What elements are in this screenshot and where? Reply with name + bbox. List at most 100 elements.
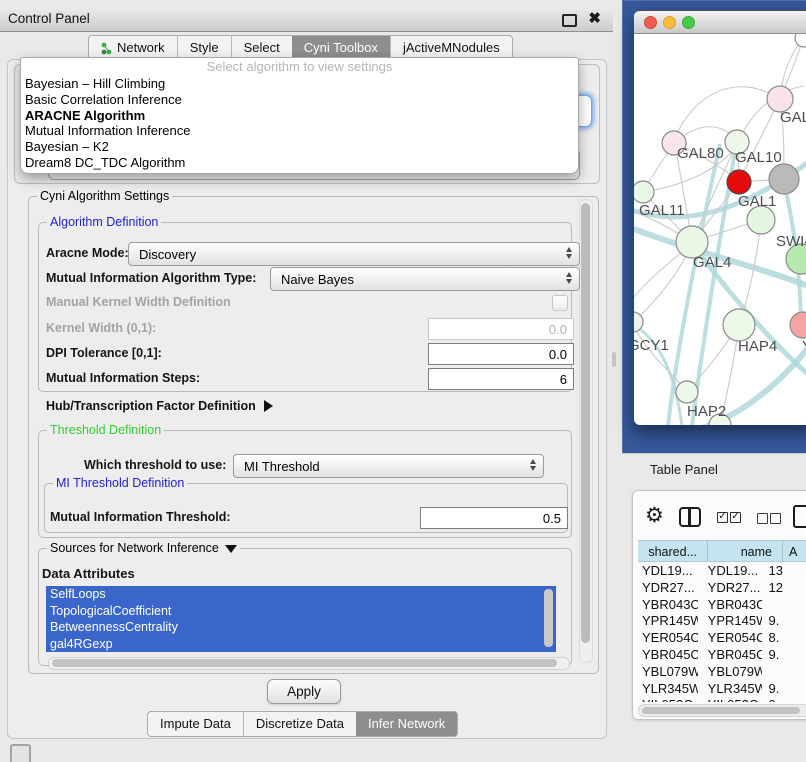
table-row[interactable]: YBR045CYBR045C9.	[638, 647, 806, 664]
sources-group-title[interactable]: Sources for Network Inference	[47, 541, 240, 555]
gear-icon[interactable]: ⚙	[645, 504, 664, 526]
control-panel-title: Control Panel	[8, 7, 90, 31]
attribute-item[interactable]: TopologicalCoefficient	[46, 603, 556, 620]
close-icon[interactable]: ✖	[588, 9, 601, 27]
table-row[interactable]: YDL19...YDL19...13	[638, 563, 806, 580]
stepper-icon	[566, 272, 572, 284]
table-cell: YBR043C	[698, 597, 763, 614]
table-cell: 8.	[762, 630, 806, 647]
app-root: Control Panel ✖ NetworkStyleSelectCyni T…	[0, 0, 806, 762]
algorithm-option[interactable]: ARACNE Algorithm	[21, 108, 578, 124]
column-header[interactable]: name	[708, 540, 783, 562]
table-row[interactable]: YPR145WYPR145W9.	[638, 613, 806, 630]
kernel-width-label: Kernel Width (0,1):	[46, 321, 156, 335]
table-cell: YLR345W	[698, 681, 763, 698]
algorithm-option[interactable]: Bayesian – K2	[21, 139, 578, 155]
network-canvas[interactable]: GALGAL80GAL10GAL1GAL11GAL4SWI4GCY1HAP4YH…	[634, 34, 806, 425]
minimized-panel-icon[interactable]	[10, 744, 31, 762]
network-node-hap4[interactable]	[723, 309, 755, 341]
apply-button[interactable]: Apply	[267, 679, 341, 704]
table-row[interactable]: YBR043CYBR043C	[638, 597, 806, 614]
table-hscrollbar-thumb[interactable]	[642, 707, 800, 714]
network-node[interactable]	[795, 34, 806, 47]
unchecked-box-icon[interactable]	[770, 513, 781, 524]
network-node-gal1[interactable]	[747, 206, 775, 234]
which-threshold-combo[interactable]: MI Threshold	[233, 454, 544, 478]
network-window[interactable]: GALGAL80GAL10GAL1GAL11GAL4SWI4GCY1HAP4YH…	[634, 10, 806, 425]
algorithm-option[interactable]: Basic Correlation Inference	[21, 92, 578, 108]
network-window-titlebar[interactable]	[634, 11, 806, 34]
manual-kernel-label: Manual Kernel Width Definition	[46, 295, 231, 309]
dropdown-placeholder: Select algorithm to view settings	[21, 58, 578, 76]
file-icon[interactable]	[793, 505, 806, 528]
table-panel-title: Table Panel	[650, 462, 718, 477]
manual-kernel-checkbox[interactable]	[552, 295, 568, 311]
aracne-mode-combo[interactable]: Discovery	[128, 242, 580, 266]
attributes-scrollbar-thumb[interactable]	[544, 589, 553, 647]
panel-splitter-handle[interactable]	[612, 352, 616, 367]
which-threshold-value: MI Threshold	[244, 459, 320, 474]
table-row[interactable]: YBL079WYBL079W	[638, 664, 806, 681]
table-row[interactable]: YER054CYER054C8.	[638, 630, 806, 647]
mi-threshold-field[interactable]: 0.5	[420, 507, 568, 529]
mi-type-value: Naive Bayes	[281, 272, 354, 287]
zoom-traffic-light-icon[interactable]	[682, 16, 695, 29]
table-cell: YER054C	[698, 630, 763, 647]
settings-hscrollbar-thumb[interactable]	[52, 659, 557, 667]
mi-steps-field[interactable]: 6	[428, 368, 574, 390]
bottom-tab-infer-network[interactable]: Infer Network	[356, 712, 457, 736]
settings-scrollbar-thumb[interactable]	[581, 203, 590, 643]
table-cell: 9.	[762, 613, 806, 630]
sources-title-text: Sources for Network Inference	[50, 541, 219, 555]
table-cell: 12	[762, 580, 806, 597]
network-node-hap2[interactable]	[676, 381, 698, 403]
bottom-tab-discretize-data[interactable]: Discretize Data	[243, 712, 356, 736]
bottom-tabs: Impute DataDiscretize DataInfer Network	[147, 711, 458, 737]
control-panel-titlebar: Control Panel ✖	[0, 7, 613, 32]
network-node-gal11[interactable]	[634, 181, 654, 203]
attribute-item[interactable]: SelfLoops	[46, 586, 556, 603]
column-header[interactable]: A	[783, 540, 806, 562]
table-row[interactable]: YLR345WYLR345W9.	[638, 681, 806, 698]
float-window-icon[interactable]	[562, 14, 577, 27]
dpi-tolerance-field[interactable]: 0.0	[428, 343, 574, 365]
algorithm-option[interactable]: Mutual Information Inference	[21, 123, 578, 139]
table-cell: YLR345W	[638, 681, 698, 698]
threshold-group-title: Threshold Definition	[47, 423, 164, 437]
table-cell: YDL19...	[638, 563, 698, 580]
data-attributes-list[interactable]: SelfLoopsTopologicalCoefficientBetweenne…	[46, 586, 556, 652]
table-row[interactable]: YDR27...YDR27...12	[638, 580, 806, 597]
table-cell: 9.	[762, 647, 806, 664]
table-cell: YIL052C	[698, 697, 763, 702]
kernel-width-field[interactable]: 0.0	[428, 318, 574, 340]
unchecked-box-icon[interactable]	[757, 513, 768, 524]
table-cell: 0.	[762, 697, 806, 702]
column-header[interactable]: shared...	[638, 540, 708, 562]
bottom-tab-impute-data[interactable]: Impute Data	[148, 712, 243, 736]
table-cell	[762, 597, 806, 614]
network-node[interactable]	[727, 170, 751, 194]
table-body: YDL19...YDL19...13YDR27...YDR27...12YBR0…	[638, 563, 806, 702]
network-icon	[101, 42, 112, 55]
dpi-tolerance-label: DPI Tolerance [0,1]:	[46, 346, 162, 360]
hub-section-toggle[interactable]: Hub/Transcription Factor Definition	[46, 399, 273, 413]
mi-type-combo[interactable]: Naive Bayes	[270, 267, 580, 291]
close-traffic-light-icon[interactable]	[644, 16, 657, 29]
minimize-traffic-light-icon[interactable]	[663, 16, 676, 29]
checked-box-icon[interactable]: ✓	[730, 512, 741, 523]
table-cell: YPR145W	[698, 613, 763, 630]
node-label-swi4: SWI4	[776, 233, 806, 250]
columns-icon[interactable]	[679, 507, 701, 527]
attribute-item[interactable]: BetweennessCentrality	[46, 619, 556, 636]
attribute-item[interactable]: gal4RGexp	[46, 636, 556, 653]
network-node[interactable]	[769, 164, 799, 194]
algorithm-list: Bayesian – Hill ClimbingBasic Correlatio…	[21, 76, 578, 171]
network-node-y[interactable]	[790, 312, 806, 338]
algorithm-option[interactable]: Bayesian – Hill Climbing	[21, 76, 578, 92]
checked-box-icon[interactable]: ✓	[717, 512, 728, 523]
table-cell	[762, 664, 806, 681]
node-label-gal10: GAL10	[735, 149, 782, 166]
table-row[interactable]: YIL052CYIL052C0.	[638, 697, 806, 702]
algorithm-option[interactable]: Dream8 DC_TDC Algorithm	[21, 155, 578, 171]
table-hscrollbar[interactable]	[638, 704, 806, 717]
